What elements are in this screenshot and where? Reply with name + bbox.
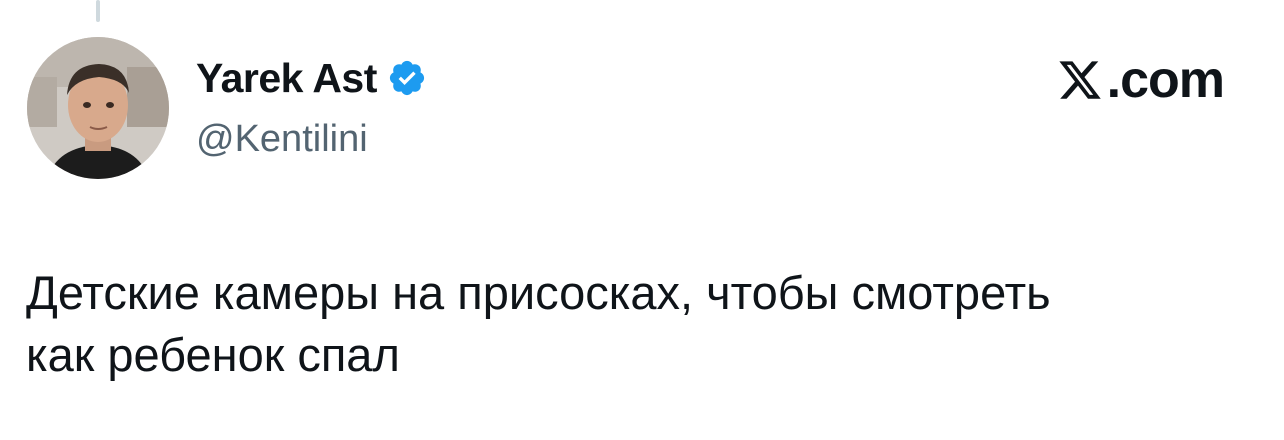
brand-domain-label: .com: [1106, 51, 1225, 109]
x-com-watermark: .com: [1057, 51, 1225, 109]
x-logo-icon: [1057, 57, 1103, 103]
avatar[interactable]: [27, 37, 169, 179]
tweet-body-text: Детские камеры на присосках, чтобы смотр…: [26, 266, 1051, 381]
author-handle[interactable]: @Kentilini: [196, 118, 368, 161]
thread-connector-line: [96, 0, 100, 22]
author-name-row[interactable]: Yarek Ast: [196, 52, 427, 104]
author-display-name[interactable]: Yarek Ast: [196, 55, 377, 102]
user-avatar-photo-icon: [27, 37, 169, 179]
verified-badge-icon: [387, 58, 427, 98]
